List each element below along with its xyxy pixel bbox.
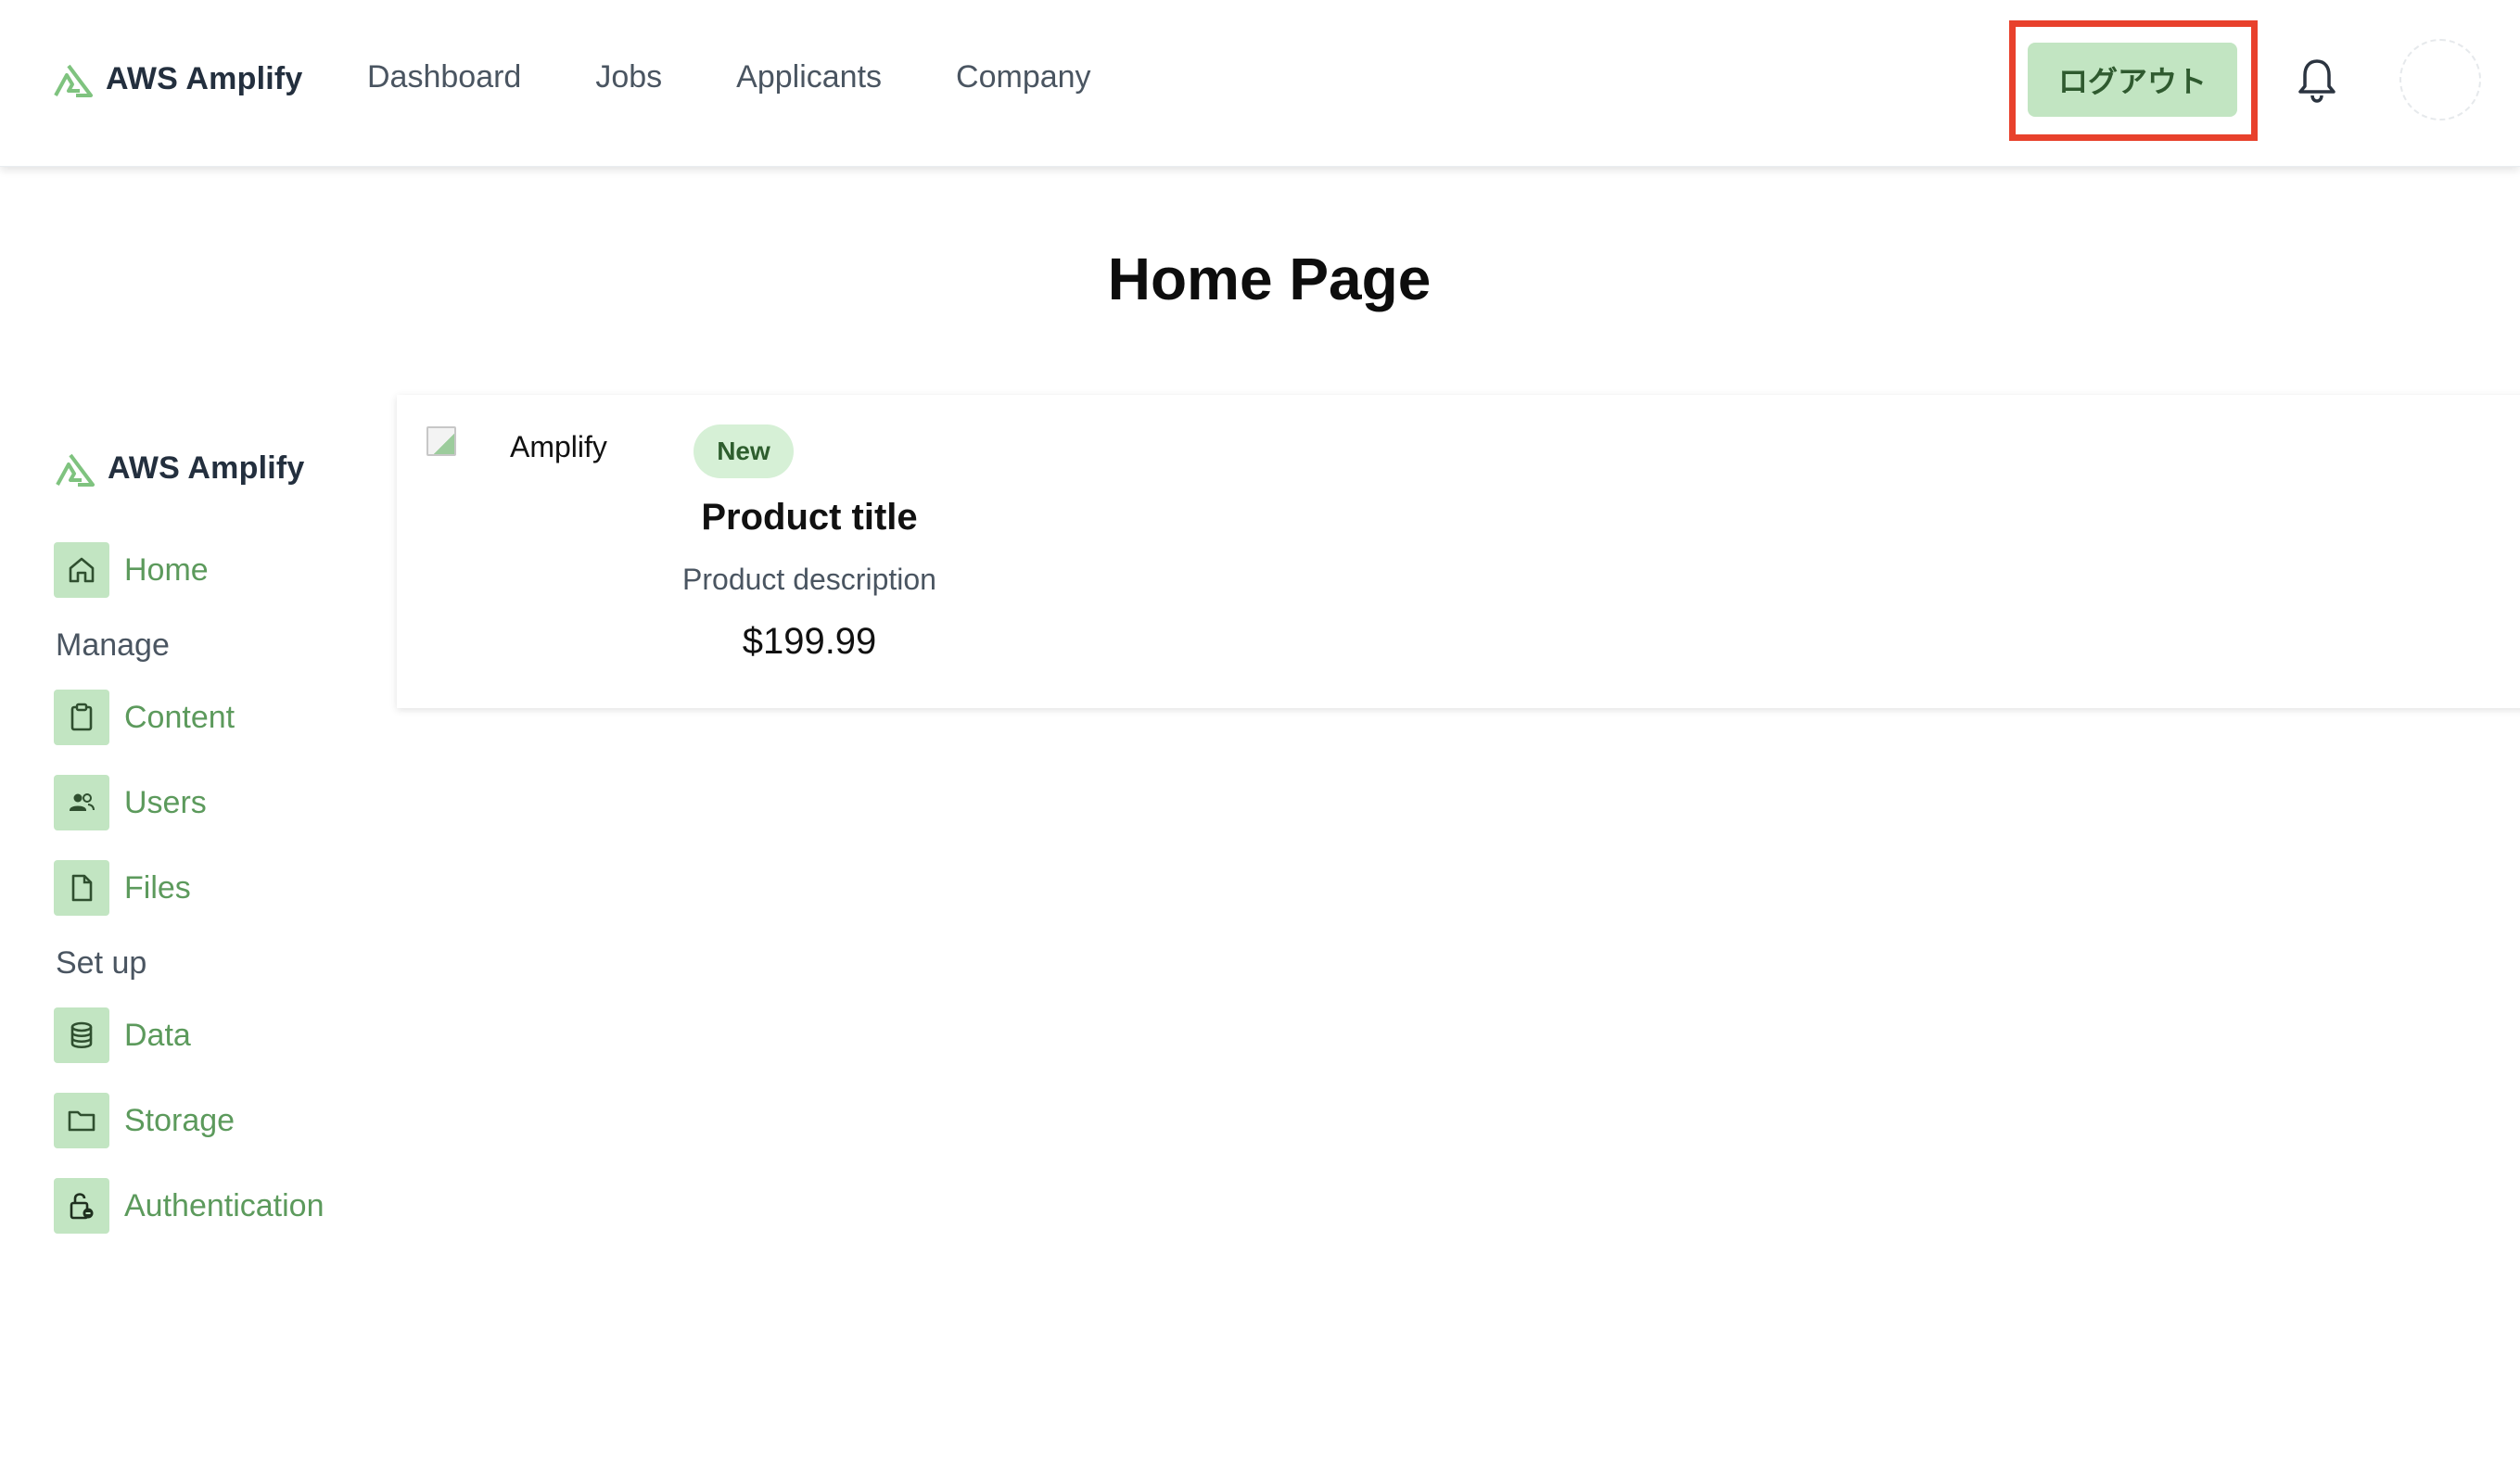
sidebar-item-label: Home bbox=[124, 551, 209, 588]
product-title: Product title bbox=[701, 497, 918, 538]
product-price: $199.99 bbox=[742, 621, 877, 662]
sidebar-section-manage: Manage bbox=[56, 627, 170, 663]
sidebar-item-data[interactable]: Data bbox=[54, 1007, 388, 1063]
sidebar-item-authentication[interactable]: Authentication bbox=[54, 1178, 388, 1234]
bell-icon[interactable] bbox=[2296, 57, 2338, 104]
sidebar-item-users[interactable]: Users bbox=[54, 775, 388, 830]
sidebar-item-label: Data bbox=[124, 1017, 191, 1053]
amplify-logo-icon bbox=[56, 453, 95, 487]
main-nav: Dashboard Jobs Applicants Company bbox=[367, 59, 1165, 95]
broken-image-icon bbox=[426, 426, 456, 456]
user-avatar[interactable] bbox=[2399, 39, 2481, 120]
logout-button[interactable]: ログアウト bbox=[2028, 43, 2237, 117]
top-navigation-bar: AWS Amplify Dashboard Jobs Applicants Co… bbox=[0, 0, 2520, 167]
database-icon bbox=[54, 1007, 109, 1063]
sidebar-item-home[interactable]: Home bbox=[54, 542, 388, 598]
sidebar-item-label: Content bbox=[124, 699, 235, 735]
clipboard-icon bbox=[54, 690, 109, 745]
sidebar-section-setup: Set up bbox=[56, 945, 147, 981]
nav-applicants[interactable]: Applicants bbox=[736, 59, 882, 95]
file-icon bbox=[54, 860, 109, 916]
users-icon bbox=[54, 775, 109, 830]
lock-icon bbox=[54, 1178, 109, 1234]
sidebar-item-content[interactable]: Content bbox=[54, 690, 388, 745]
sidebar-item-storage[interactable]: Storage bbox=[54, 1093, 388, 1148]
nav-company[interactable]: Company bbox=[956, 59, 1091, 95]
sidebar-item-label: Users bbox=[124, 784, 207, 820]
product-card[interactable]: Amplify New Product title Product descri… bbox=[397, 395, 2520, 708]
page-title: Home Page bbox=[1107, 246, 1432, 312]
product-description: Product description bbox=[682, 563, 936, 596]
brand-name: AWS Amplify bbox=[106, 61, 303, 96]
nav-dashboard[interactable]: Dashboard bbox=[367, 59, 521, 95]
sidebar-item-label: Files bbox=[124, 869, 191, 906]
brand-logo[interactable]: AWS Amplify bbox=[54, 61, 303, 97]
product-details: Product title Product description $199.9… bbox=[675, 497, 944, 663]
sidebar-item-label: Authentication bbox=[124, 1187, 325, 1223]
sidebar-item-files[interactable]: Files bbox=[54, 860, 388, 916]
sidebar-brand[interactable]: AWS Amplify bbox=[56, 450, 389, 487]
nav-jobs[interactable]: Jobs bbox=[595, 59, 662, 95]
sidebar-item-label: Storage bbox=[124, 1102, 235, 1138]
home-icon bbox=[54, 542, 109, 598]
sidebar: AWS Amplify Home Manage Content Users Fi… bbox=[54, 450, 388, 1263]
amplify-logo-icon bbox=[54, 64, 93, 97]
folder-icon bbox=[54, 1093, 109, 1148]
sidebar-brand-name: AWS Amplify bbox=[108, 450, 305, 486]
product-image-alt: Amplify bbox=[510, 430, 607, 463]
status-badge: New bbox=[694, 424, 794, 478]
